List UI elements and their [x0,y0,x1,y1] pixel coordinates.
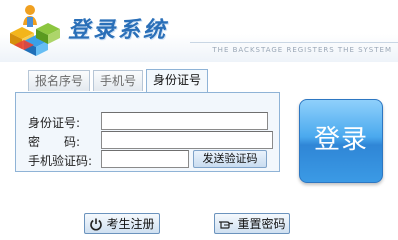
login-form-panel: 身份证号: 密 码: 手机验证码: 发送验证码 [15,92,280,172]
app-title: 登录系统 [68,17,169,43]
send-sms-code-button[interactable]: 发送验证码 [193,150,267,168]
header: 登录系统 THE BACKSTAGE REGISTERS THE SYSTEM [0,0,398,62]
register-button[interactable]: 考生注册 [84,213,160,234]
tab-phone-number[interactable]: 手机号 [93,70,144,91]
sms-code-label: 手机验证码: [28,153,93,168]
password-row: 密 码: [28,131,80,151]
sms-code-input[interactable] [101,150,189,168]
password-label: 密 码: [28,134,81,149]
id-number-input[interactable] [101,112,268,130]
cubes-logo-icon [10,5,60,56]
tab-id-number[interactable]: 身份证号 [146,69,209,92]
register-label: 考生注册 [106,217,155,231]
login-method-tabs: 报名序号 手机号 身份证号 [28,69,211,92]
login-button[interactable]: 登录 [299,99,383,183]
reset-password-label: 重置密码 [237,217,286,231]
tab-registration-number[interactable]: 报名序号 [28,70,91,91]
header-divider [190,42,398,43]
app-subtitle: THE BACKSTAGE REGISTERS THE SYSTEM [212,46,392,54]
sms-row: 手机验证码: [28,150,92,170]
hand-point-icon [219,220,234,229]
password-input[interactable] [101,131,273,149]
reset-password-button[interactable]: 重置密码 [214,213,290,234]
power-icon [90,218,103,231]
id-number-label: 身份证号: [28,115,81,130]
id-row: 身份证号: [28,112,80,132]
